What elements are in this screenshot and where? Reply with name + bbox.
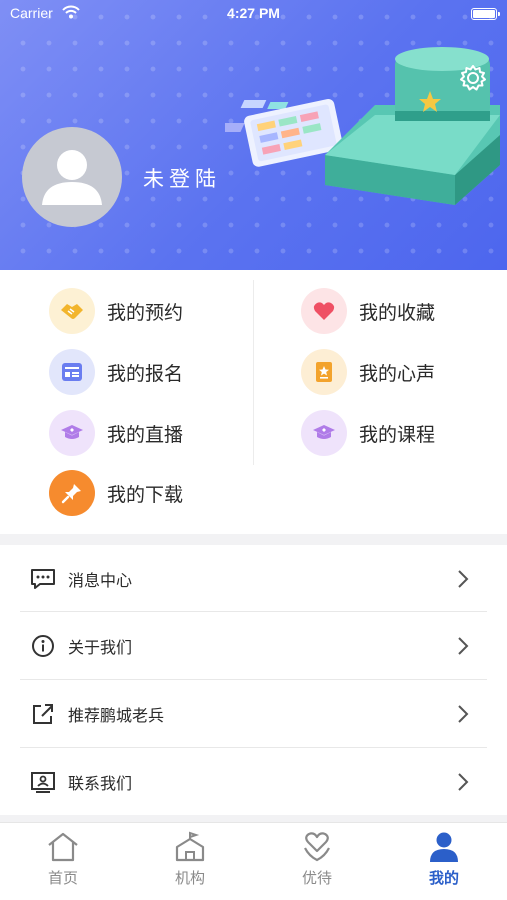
tab-institution[interactable]: 机构 xyxy=(127,831,253,888)
status-time: 4:27 PM xyxy=(227,5,280,21)
menu-item-messages[interactable]: 消息中心 xyxy=(20,545,487,613)
grid-item-label: 我的直播 xyxy=(107,423,184,446)
grid-divider xyxy=(253,280,254,465)
battery-icon xyxy=(471,8,500,20)
menu-item-recommend[interactable]: 推荐鹏城老兵 xyxy=(20,680,487,748)
tab-label: 首页 xyxy=(47,869,78,887)
status-bar: Carrier 4:27 PM xyxy=(0,0,507,28)
contact-card-icon xyxy=(30,769,56,795)
grid-item-voice[interactable]: 我的心声 xyxy=(301,349,435,395)
graduation-cap-icon xyxy=(301,410,347,456)
menu-item-label: 推荐鹏城老兵 xyxy=(68,706,165,725)
my-functions-grid: 我的预约 我的收藏 我的报名 我的心声 我的直播 我的课程 我的下载 xyxy=(0,270,507,534)
user-icon xyxy=(430,832,458,862)
chevron-right-icon xyxy=(458,637,469,655)
share-icon xyxy=(30,701,56,727)
menu-item-contact[interactable]: 联系我们 xyxy=(20,748,487,816)
menu-item-label: 联系我们 xyxy=(68,774,133,793)
handshake-icon xyxy=(49,288,95,334)
grid-item-label: 我的心声 xyxy=(359,362,436,385)
tab-care[interactable]: 优待 xyxy=(254,831,380,888)
grid-item-registration[interactable]: 我的报名 xyxy=(49,349,183,395)
grid-item-live[interactable]: 我的直播 xyxy=(49,410,183,456)
form-icon xyxy=(49,349,95,395)
tab-label: 机构 xyxy=(174,869,205,887)
gear-icon[interactable] xyxy=(458,63,488,93)
login-status[interactable]: 未登陆 xyxy=(143,163,221,193)
chevron-right-icon xyxy=(458,570,469,588)
message-icon xyxy=(30,566,56,592)
grid-item-label: 我的下载 xyxy=(107,483,184,506)
user-placeholder-icon xyxy=(42,150,102,205)
tab-label: 我的 xyxy=(428,869,459,887)
info-icon xyxy=(30,633,56,659)
menu-item-about[interactable]: 关于我们 xyxy=(20,612,487,680)
chevron-right-icon xyxy=(458,773,469,791)
tab-home[interactable]: 首页 xyxy=(0,831,126,888)
institution-icon xyxy=(175,831,205,862)
grid-item-courses[interactable]: 我的课程 xyxy=(301,410,435,456)
graduation-cap-icon xyxy=(49,410,95,456)
tab-mine[interactable]: 我的 xyxy=(381,831,507,888)
heart-icon xyxy=(301,288,347,334)
tab-label: 优待 xyxy=(301,869,332,887)
avatar[interactable] xyxy=(22,127,122,227)
profile-header: Carrier 4:27 PM 未登陆 xyxy=(0,0,507,270)
menu-item-label: 消息中心 xyxy=(68,571,133,590)
grid-item-label: 我的收藏 xyxy=(359,301,436,324)
pin-icon xyxy=(49,470,95,516)
chevron-right-icon xyxy=(458,705,469,723)
note-icon xyxy=(301,349,347,395)
grid-item-label: 我的课程 xyxy=(359,423,436,446)
menu-item-label: 关于我们 xyxy=(68,638,133,657)
grid-item-label: 我的报名 xyxy=(107,362,184,385)
grid-item-favorites[interactable]: 我的收藏 xyxy=(301,288,435,334)
grid-item-downloads[interactable]: 我的下载 xyxy=(49,470,183,516)
home-icon xyxy=(48,832,78,862)
care-icon xyxy=(304,832,330,862)
tab-bar: 首页 机构 优待 我的 xyxy=(0,822,507,900)
grid-item-appointment[interactable]: 我的预约 xyxy=(49,288,183,334)
settings-list: 消息中心 关于我们 推荐鹏城老兵 联系我们 xyxy=(0,545,507,815)
grid-item-label: 我的预约 xyxy=(107,301,184,324)
